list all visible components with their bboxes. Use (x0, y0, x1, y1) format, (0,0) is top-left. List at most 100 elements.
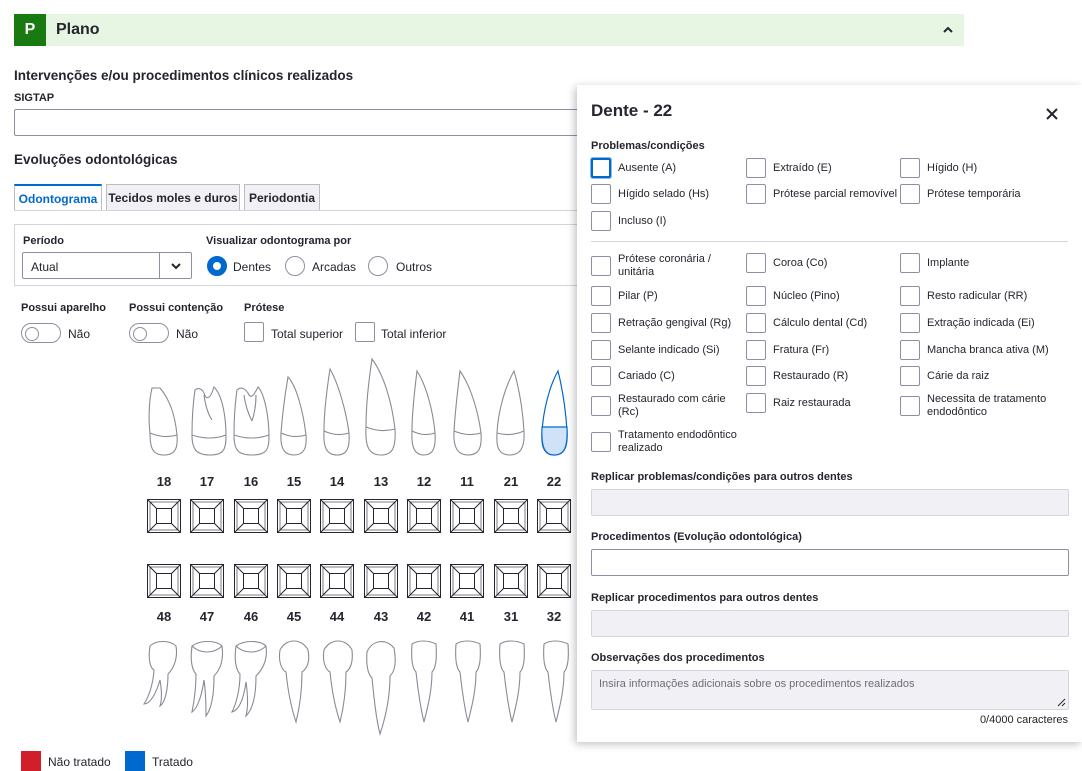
opt-necessita-endo[interactable]: Necessita de tratamento endodôntico (900, 393, 1070, 419)
total-superior-checkbox[interactable] (244, 322, 264, 342)
filter-box: Período Atual Visualizar odontograma por… (14, 224, 584, 286)
tooth-detail-panel: Dente - 22 Problemas/condições Ausente (… (577, 85, 1082, 742)
procedimentos-input[interactable] (591, 549, 1069, 576)
contencao-value: Não (176, 327, 199, 341)
radio-dentes[interactable] (207, 256, 227, 276)
radio-outros-label: Outros (396, 260, 433, 274)
tooth-22-image[interactable] (541, 369, 568, 456)
periodo-select[interactable]: Atual (22, 252, 192, 279)
opt-implante[interactable]: Implante (900, 253, 969, 273)
tooth-31-image[interactable] (499, 640, 525, 723)
replicar-procedimentos-input[interactable] (591, 610, 1069, 637)
opt-fratura[interactable]: Fratura (Fr) (746, 340, 829, 360)
opt-protese-parcial[interactable]: Prótese parcial removível (746, 184, 897, 204)
legend-nao-tratado-swatch (21, 751, 41, 771)
radio-outros[interactable] (368, 256, 388, 276)
total-inferior-checkbox[interactable] (355, 322, 375, 342)
evolucoes-title: Evoluções odontológicas (14, 152, 178, 167)
tooth-18-image[interactable] (148, 387, 178, 456)
tooth-21-image[interactable] (496, 369, 525, 456)
sigtap-input[interactable] (14, 109, 584, 136)
panel-title: Dente - 22 (591, 101, 673, 120)
observacoes-placeholder: Insira informações adicionais sobre os p… (599, 678, 915, 690)
tooth-16-image[interactable] (233, 386, 270, 456)
tooth-number-22: 22 (546, 474, 562, 489)
tooth-number-48: 48 (156, 609, 172, 624)
interventions-title: Intervenções e/ou procedimentos clínicos… (14, 68, 354, 83)
opt-resto-radicular[interactable]: Resto radicular (RR) (900, 286, 1027, 306)
replicar-problemas-input[interactable] (591, 489, 1069, 516)
upper-teeth-drawing (148, 357, 568, 456)
opt-carie-raiz[interactable]: Cárie da raiz (900, 366, 989, 386)
tooth-number-47: 47 (199, 609, 215, 624)
tooth-number-21: 21 (503, 474, 519, 489)
opt-ausente[interactable]: Ausente (A) (591, 158, 676, 178)
tooth-14-image[interactable] (323, 367, 350, 456)
tooth-number-15: 15 (286, 474, 302, 489)
tooth-41-image[interactable] (455, 640, 481, 723)
resize-handle-icon[interactable] (1057, 698, 1066, 707)
opt-nucleo[interactable]: Núcleo (Pino) (746, 286, 840, 306)
observacoes-label: Observações dos procedimentos (591, 652, 765, 664)
opt-pilar[interactable]: Pilar (P) (591, 286, 658, 306)
opt-mancha-branca[interactable]: Mancha branca ativa (M) (900, 340, 1049, 360)
tab-periodontia[interactable]: Periodontia (244, 184, 320, 211)
tooth-number-16: 16 (243, 474, 259, 489)
tooth-12-image[interactable] (411, 369, 436, 456)
tooth-number-11: 11 (460, 474, 474, 489)
tooth-43-image[interactable] (366, 641, 396, 736)
opt-protese-coronaria[interactable]: Prótese coronária / unitária (591, 253, 741, 279)
opt-protese-temporaria[interactable]: Prótese temporária (900, 184, 1021, 204)
contencao-label: Possui contenção (129, 302, 224, 314)
aparelho-label: Possui aparelho (21, 302, 106, 314)
replicar-problemas-label: Replicar problemas/condições para outros… (591, 471, 853, 483)
radio-arcadas-label: Arcadas (312, 260, 357, 274)
legend-tratado-swatch (125, 751, 145, 771)
tooth-11-image[interactable] (453, 369, 482, 456)
radio-dentes-label: Dentes (233, 260, 272, 274)
aparelho-toggle[interactable] (21, 323, 61, 343)
observacoes-textarea[interactable]: Insira informações adicionais sobre os p… (591, 670, 1069, 710)
tooth-42-image[interactable] (411, 640, 437, 723)
opt-incluso[interactable]: Incluso (I) (591, 211, 666, 231)
opt-retracao[interactable]: Retração gengival (Rg) (591, 313, 731, 333)
visualizar-label: Visualizar odontograma por (206, 235, 352, 247)
tooth-surfaces-grid[interactable] (140, 498, 577, 600)
opt-restaurado-carie[interactable]: Restaurado com cárie (Rc) (591, 393, 741, 419)
opt-calculo[interactable]: Cálculo dental (Cd) (746, 313, 867, 333)
opt-extraido[interactable]: Extraído (E) (746, 158, 832, 178)
opt-selante[interactable]: Selante indicado (Si) (591, 340, 720, 360)
tab-odontograma[interactable]: Odontograma (14, 184, 102, 211)
close-icon[interactable] (1043, 105, 1061, 123)
opt-restaurado[interactable]: Restaurado (R) (746, 366, 848, 386)
tooth-44-image[interactable] (322, 640, 353, 724)
tooth-13-image[interactable] (365, 357, 396, 456)
tooth-47-image[interactable] (190, 640, 224, 718)
plano-badge: P (14, 14, 46, 46)
tooth-32-image[interactable] (543, 640, 569, 723)
tabs-divider (14, 210, 584, 211)
opt-trat-endo-realizado[interactable]: Tratamento endodôntico realizado (591, 429, 741, 455)
radio-arcadas[interactable] (285, 256, 305, 276)
opt-extracao-indicada[interactable]: Extração indicada (Ei) (900, 313, 1035, 333)
plano-title: Plano (56, 21, 100, 38)
opt-cariado[interactable]: Cariado (C) (591, 366, 675, 386)
opt-higido-selado[interactable]: Hígido selado (Hs) (591, 184, 709, 204)
tooth-number-17: 17 (199, 474, 215, 489)
opt-raiz-restaurada[interactable]: Raiz restaurada (746, 393, 851, 413)
tooth-46-image[interactable] (230, 640, 267, 718)
plano-section-header[interactable]: P Plano (14, 14, 964, 46)
opt-higido[interactable]: Hígido (H) (900, 158, 977, 178)
ausente-checkbox[interactable] (591, 158, 611, 178)
tooth-15-image[interactable] (280, 375, 307, 456)
tooth-number-41: 41 (459, 609, 475, 624)
opt-coroa[interactable]: Coroa (Co) (746, 253, 827, 273)
tooth-48-image[interactable] (142, 640, 178, 708)
tab-tecidos[interactable]: Tecidos moles e duros (106, 184, 240, 211)
contencao-toggle[interactable] (129, 323, 169, 343)
chevron-up-icon[interactable] (940, 22, 956, 38)
legend-tratado-label: Tratado (152, 755, 193, 769)
tooth-17-image[interactable] (191, 385, 227, 456)
tooth-45-image[interactable] (278, 640, 310, 724)
tooth-number-44: 44 (329, 609, 345, 624)
